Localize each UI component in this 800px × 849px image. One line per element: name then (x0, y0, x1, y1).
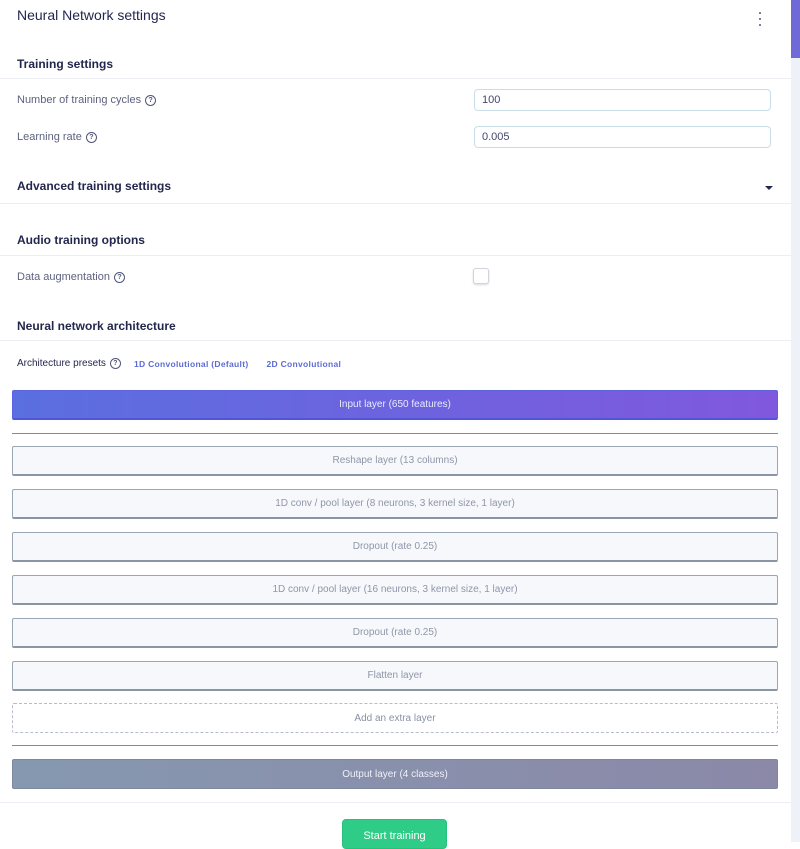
help-icon[interactable]: ? (145, 94, 157, 106)
architecture-heading: Neural network architecture (17, 319, 176, 333)
page-title: Neural Network settings (17, 7, 166, 23)
training-cycles-input[interactable] (474, 89, 771, 111)
layer-separator (12, 433, 778, 434)
layer-dropout-1[interactable]: Dropout (rate 0.25) (12, 532, 778, 562)
audio-options-heading: Audio training options (17, 233, 145, 247)
training-cycles-label: Number of training cycles ? (17, 94, 157, 106)
learning-rate-input[interactable] (474, 126, 771, 148)
start-training-button[interactable]: Start training (342, 819, 447, 849)
kebab-menu-icon[interactable] (755, 12, 765, 26)
help-icon[interactable]: ? (113, 271, 125, 283)
training-cycles-label-text: Number of training cycles (17, 94, 142, 106)
layer-flatten[interactable]: Flatten layer (12, 661, 778, 691)
help-icon[interactable]: ? (109, 358, 121, 369)
divider (0, 255, 791, 256)
divider (0, 802, 791, 803)
advanced-settings-toggle[interactable]: Advanced training settings (17, 179, 171, 193)
layer-dropout-2[interactable]: Dropout (rate 0.25) (12, 618, 778, 648)
layer-conv1d-1[interactable]: 1D conv / pool layer (8 neurons, 3 kerne… (12, 489, 778, 519)
scrollbar-thumb[interactable] (791, 0, 800, 58)
architecture-presets: Architecture presets ? 1D Convolutional … (17, 358, 341, 369)
caret-down-icon[interactable] (765, 186, 773, 190)
presets-label: Architecture presets ? (17, 358, 121, 369)
data-augmentation-label-text: Data augmentation (17, 271, 110, 283)
learning-rate-label: Learning rate ? (17, 131, 97, 143)
divider (0, 203, 791, 204)
layer-separator (12, 745, 778, 746)
divider (0, 78, 791, 79)
scrollbar[interactable] (791, 0, 800, 842)
divider (0, 340, 791, 341)
input-layer: Input layer (650 features) (12, 390, 778, 420)
data-augmentation-label: Data augmentation ? (17, 271, 125, 283)
preset-1d-conv-link[interactable]: 1D Convolutional (Default) (134, 359, 249, 369)
data-augmentation-checkbox[interactable] (473, 268, 489, 284)
output-layer: Output layer (4 classes) (12, 759, 778, 789)
nn-settings-panel: Neural Network settings Training setting… (0, 0, 791, 849)
training-settings-heading: Training settings (17, 57, 114, 71)
layer-conv1d-2[interactable]: 1D conv / pool layer (16 neurons, 3 kern… (12, 575, 778, 605)
preset-2d-conv-link[interactable]: 2D Convolutional (266, 359, 341, 369)
learning-rate-label-text: Learning rate (17, 131, 82, 143)
add-layer-button[interactable]: Add an extra layer (12, 703, 778, 733)
layer-reshape[interactable]: Reshape layer (13 columns) (12, 446, 778, 476)
help-icon[interactable]: ? (85, 131, 97, 143)
presets-label-text: Architecture presets (17, 358, 106, 369)
